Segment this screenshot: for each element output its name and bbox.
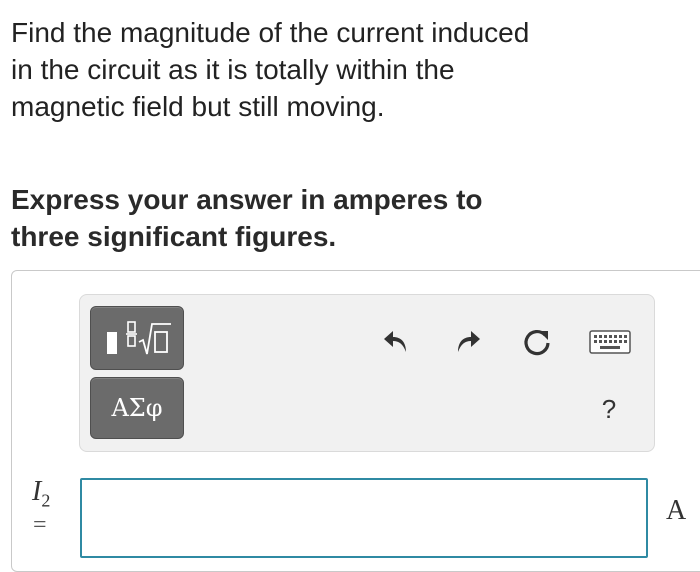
keyboard-icon <box>589 330 631 354</box>
undo-button[interactable] <box>380 325 412 357</box>
templates-button[interactable] <box>90 306 184 370</box>
variable-subscript: 2 <box>41 490 51 511</box>
unit-label: A <box>666 495 687 526</box>
answer-variable-label: I2 <box>32 476 50 512</box>
answer-instruction: Express your answer in amperes to three … <box>11 184 483 252</box>
equals-sign: = <box>33 512 47 538</box>
greek-symbols-button[interactable]: ΑΣφ <box>90 377 184 439</box>
undo-icon <box>384 331 406 352</box>
fraction-root-template-icon <box>107 321 171 355</box>
reset-icon <box>524 329 550 356</box>
help-button[interactable]: ? <box>595 392 623 426</box>
redo-icon <box>458 331 480 352</box>
question-text: Find the magnitude of the current induce… <box>11 17 530 122</box>
variable-symbol: I <box>32 476 42 507</box>
redo-button[interactable] <box>452 325 484 357</box>
reset-button[interactable] <box>519 323 555 359</box>
answer-input[interactable] <box>80 478 648 558</box>
keyboard-button[interactable] <box>588 329 632 355</box>
